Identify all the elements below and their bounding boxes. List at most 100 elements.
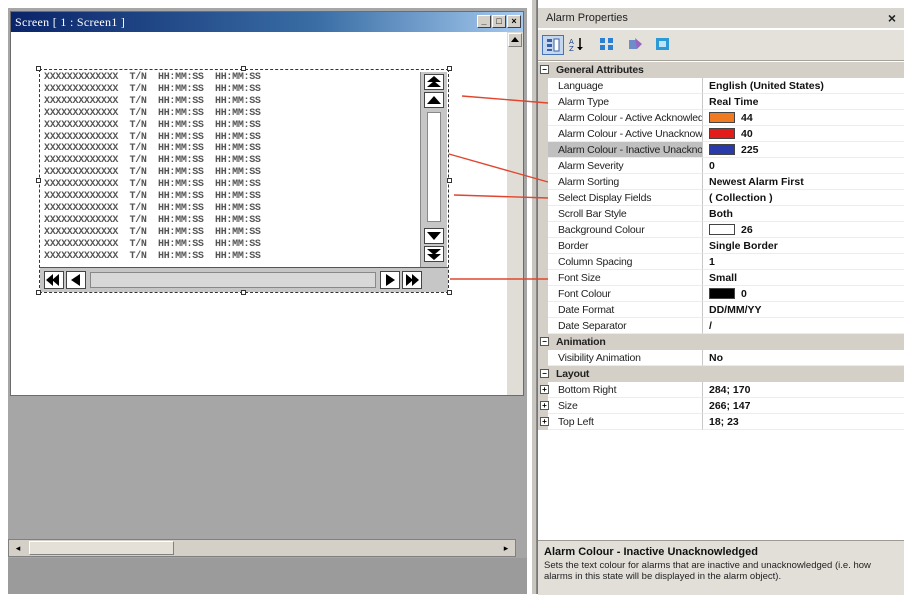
close-button[interactable]: × [507,15,521,28]
export-icon[interactable] [652,35,674,55]
scroll-thumb[interactable] [29,541,174,555]
property-row-bottom-right[interactable]: + Bottom Right 284; 170 [538,382,904,398]
category-layout[interactable]: − Layout [538,366,904,382]
screen-scroll-up-button[interactable] [508,33,522,47]
property-name: Date Separator [548,318,703,334]
alarm-row: XXXXXXXXXXXXX T/N HH:MM:SS HH:MM:SS [44,167,261,179]
property-name: Select Display Fields [548,190,703,206]
property-value[interactable]: Both [703,206,904,222]
events-icon[interactable] [596,35,618,55]
property-row-top-left[interactable]: + Top Left 18; 23 [538,414,904,430]
property-value[interactable]: 266; 147 [703,398,904,414]
resize-handle-top-right[interactable] [447,66,452,71]
property-value[interactable]: 0 [703,158,904,174]
property-name: Size [548,398,703,414]
property-row-display-fields[interactable]: Select Display Fields ( Collection ) [538,190,904,206]
resize-handle-bottom-right[interactable] [447,290,452,295]
horizontal-scroll-track[interactable] [90,272,376,288]
property-value[interactable]: Single Border [703,238,904,254]
property-row-severity[interactable]: Alarm Severity 0 [538,158,904,174]
scroll-right-button[interactable] [380,271,400,289]
property-value[interactable]: 0 [703,286,904,302]
scroll-left-button[interactable] [66,271,86,289]
resize-handle-right[interactable] [447,178,452,183]
screen-titlebar[interactable]: Screen [ 1 : Screen1 ] _ □ × [11,12,523,32]
close-icon[interactable]: × [888,10,896,26]
collapse-icon[interactable]: − [540,369,549,378]
property-row-font-colour[interactable]: Font Colour 0 [538,286,904,302]
property-row-colour-active-unack[interactable]: Alarm Colour - Active Unacknowledged 40 [538,126,904,142]
property-row-date-format[interactable]: Date Format DD/MM/YY [538,302,904,318]
screen-canvas[interactable]: XXXXXXXXXXXXX T/N HH:MM:SS HH:MM:SS XXXXX… [11,32,507,395]
property-value[interactable]: DD/MM/YY [703,302,904,318]
property-value[interactable]: 1 [703,254,904,270]
alarm-object[interactable]: XXXXXXXXXXXXX T/N HH:MM:SS HH:MM:SS XXXXX… [39,69,449,293]
color-swatch[interactable] [709,287,735,299]
property-row-language[interactable]: Language English (United States) [538,78,904,94]
property-value[interactable]: ( Collection ) [703,190,904,206]
property-pages-icon[interactable] [624,35,646,55]
property-row-alarm-type[interactable]: Alarm Type Real Time [538,94,904,110]
collapse-icon[interactable]: − [540,65,549,74]
scroll-last-button[interactable] [402,271,422,289]
property-row-column-spacing[interactable]: Column Spacing 1 [538,254,904,270]
scroll-top-button[interactable] [424,74,444,90]
designer-horizontal-scrollbar[interactable]: ◂ ▸ [8,539,516,557]
scroll-bottom-button[interactable] [424,246,444,262]
category-animation[interactable]: − Animation [538,334,904,350]
property-row-colour-active-ack[interactable]: Alarm Colour - Active Acknowledged 44 [538,110,904,126]
property-name: Visibility Animation [548,350,703,366]
down-arrow-icon [427,232,441,240]
color-swatch[interactable] [709,143,735,155]
property-value[interactable]: Newest Alarm First [703,174,904,190]
expand-icon[interactable]: + [540,417,549,426]
minimize-button[interactable]: _ [477,15,491,28]
resize-handle-bottom[interactable] [241,290,246,295]
property-value[interactable]: Small [703,270,904,286]
color-swatch[interactable] [709,223,735,235]
color-swatch[interactable] [709,111,735,123]
property-row-date-separator[interactable]: Date Separator / [538,318,904,334]
expand-icon[interactable]: + [540,385,549,394]
resize-handle-top-left[interactable] [36,66,41,71]
property-value[interactable]: 225 [703,142,904,158]
property-row-colour-inactive-unack[interactable]: Alarm Colour - Inactive Unacknowledged 22… [538,142,904,158]
collapse-icon[interactable]: − [540,337,549,346]
scroll-up-button[interactable] [424,92,444,108]
expand-icon[interactable]: + [540,401,549,410]
property-row-visibility-animation[interactable]: Visibility Animation No [538,350,904,366]
alphabetical-icon[interactable]: AZ [566,35,588,55]
property-value[interactable]: 44 [703,110,904,126]
property-value[interactable]: / [703,318,904,334]
property-value-text: English (United States) [709,80,824,92]
property-name: Language [548,78,703,94]
property-value[interactable]: 26 [703,222,904,238]
alarm-vertical-scrollbar[interactable] [420,72,447,268]
category-general[interactable]: − General Attributes [538,62,904,78]
property-value[interactable]: 18; 23 [703,414,904,430]
property-row-background-colour[interactable]: Background Colour 26 [538,222,904,238]
property-row-scroll-bar-style[interactable]: Scroll Bar Style Both [538,206,904,222]
property-value[interactable]: No [703,350,904,366]
property-value[interactable]: 40 [703,126,904,142]
resize-handle-bottom-left[interactable] [36,290,41,295]
color-swatch[interactable] [709,127,735,139]
screen-vertical-scrollbar[interactable] [507,32,523,395]
resize-handle-left[interactable] [36,178,41,183]
property-value[interactable]: 284; 170 [703,382,904,398]
alarm-horizontal-scrollbar[interactable] [40,267,448,292]
property-row-border[interactable]: Border Single Border [538,238,904,254]
property-row-size[interactable]: + Size 266; 147 [538,398,904,414]
scroll-right-icon[interactable]: ▸ [499,541,513,555]
resize-handle-top[interactable] [241,66,246,71]
property-value[interactable]: Real Time [703,94,904,110]
vertical-scroll-track[interactable] [427,112,441,222]
property-value[interactable]: English (United States) [703,78,904,94]
scroll-first-button[interactable] [44,271,64,289]
property-row-font-size[interactable]: Font Size Small [538,270,904,286]
property-row-sorting[interactable]: Alarm Sorting Newest Alarm First [538,174,904,190]
categorized-icon[interactable] [542,35,564,55]
maximize-button[interactable]: □ [492,15,506,28]
scroll-left-icon[interactable]: ◂ [11,541,25,555]
scroll-down-button[interactable] [424,228,444,244]
